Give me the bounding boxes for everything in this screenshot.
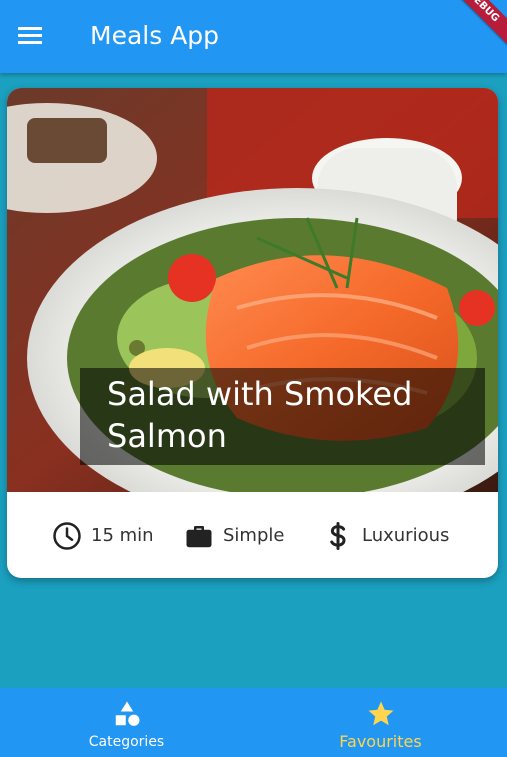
meal-card[interactable]: Salad with Smoked Salmon 15 min Simple L… [7,88,498,578]
nav-item-favourites[interactable]: Favourites [254,688,507,757]
app-bar: Meals App [0,0,507,73]
meal-title: Salad with Smoked Salmon [107,375,413,455]
meal-meta-row: 15 min Simple Luxurious [7,492,498,578]
complexity-text: Simple [223,525,285,546]
clock-icon [53,522,81,550]
nav-label-categories: Categories [88,734,165,750]
nav-label-favourites: Favourites [339,732,422,751]
meal-title-overlay: Salad with Smoked Salmon [80,368,485,465]
bottom-navigation: Categories Favourites [0,688,507,757]
app-title: Meals App [90,21,220,50]
star-icon [368,701,393,726]
duration-text: 15 min [91,525,154,546]
category-icon [115,701,139,726]
meal-complexity: Simple [184,520,284,552]
dollar-icon [330,522,346,550]
briefcase-icon [186,526,212,548]
meal-duration: 15 min [52,520,154,552]
menu-icon[interactable] [18,24,44,48]
debug-banner: DEBUG [447,0,507,60]
affordability-text: Luxurious [362,525,450,546]
meal-affordability: Luxurious [323,520,449,552]
nav-item-categories[interactable]: Categories [0,688,253,757]
debug-banner-label: DEBUG [447,0,507,56]
